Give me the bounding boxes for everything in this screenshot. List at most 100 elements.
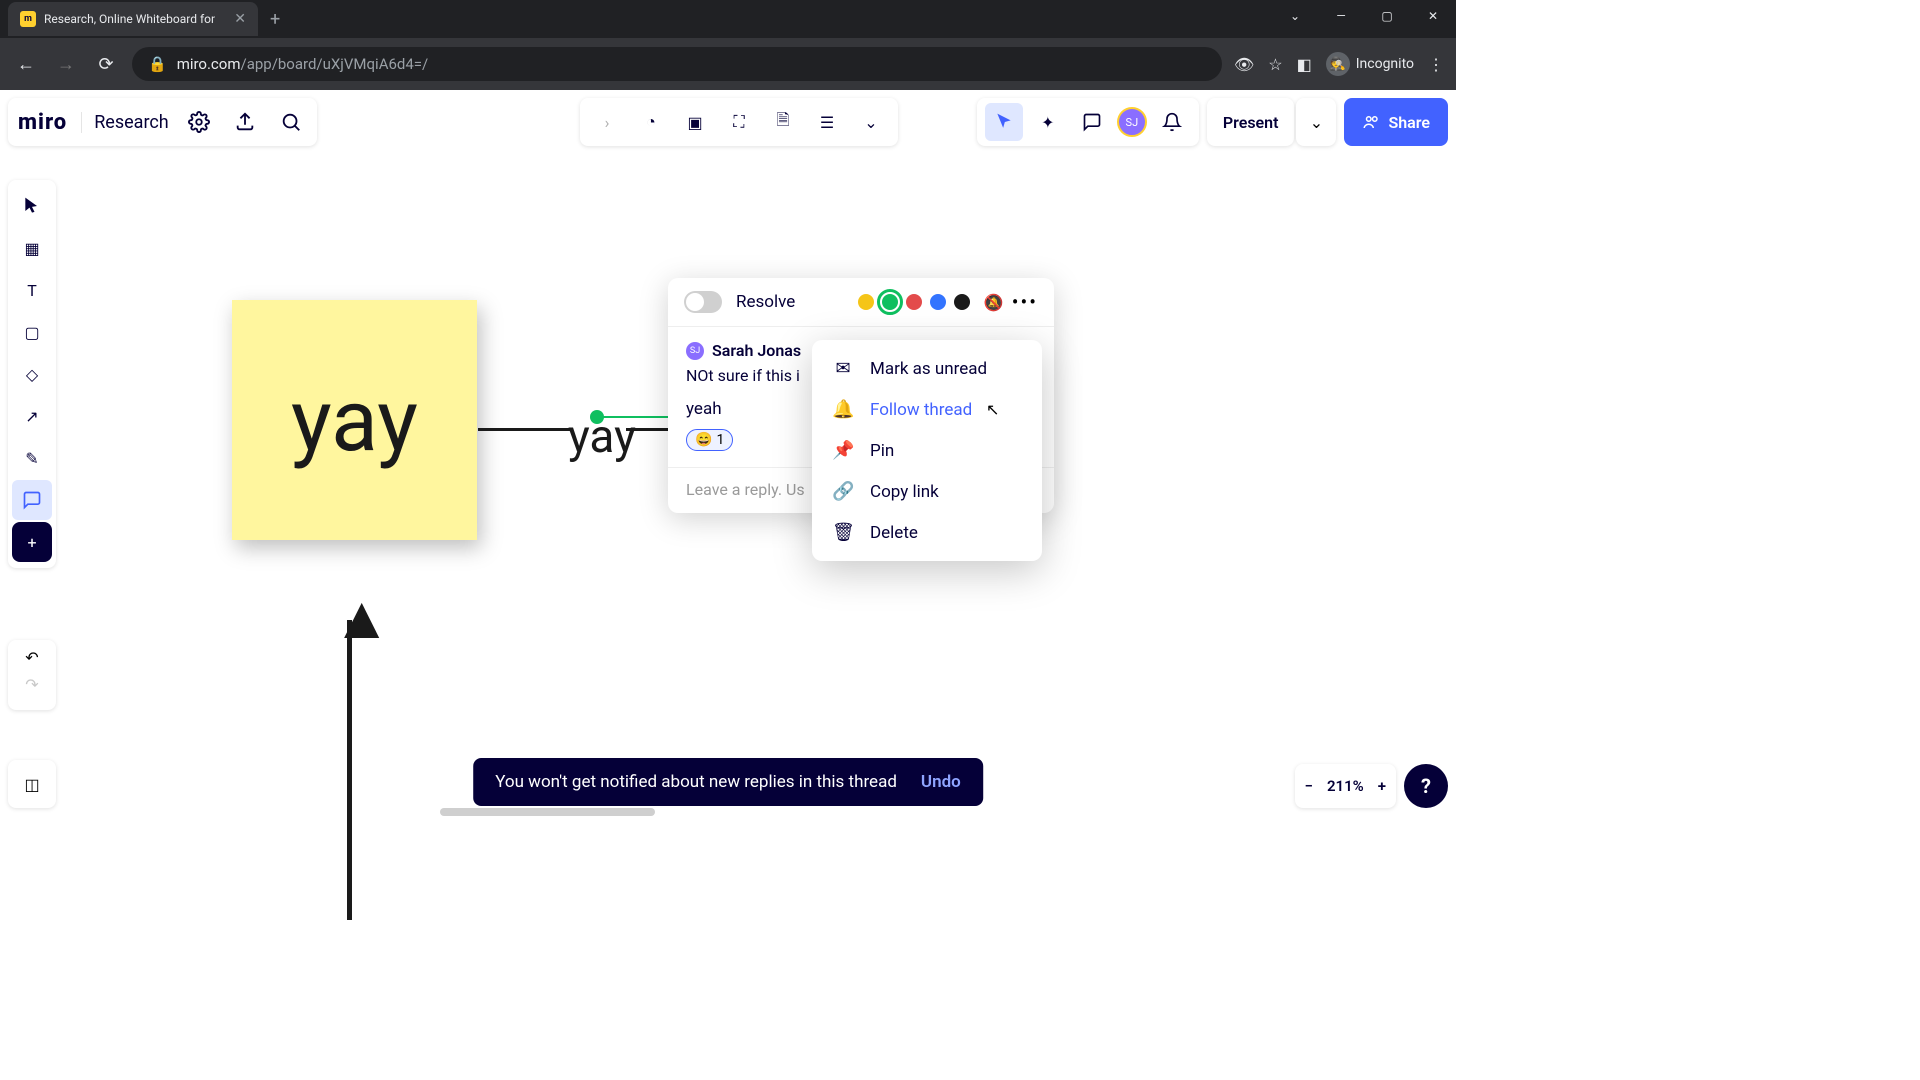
comment-popover-header: Resolve 🔕 ••• bbox=[668, 278, 1054, 327]
share-button[interactable]: Share bbox=[1344, 98, 1448, 146]
cursor-icon[interactable] bbox=[985, 103, 1023, 141]
present-button[interactable]: Present bbox=[1207, 98, 1295, 146]
browser-chrome: m Research, Online Whiteboard for ✕ + ⌄ … bbox=[0, 0, 1456, 90]
color-blue[interactable] bbox=[930, 294, 946, 310]
eye-off-icon[interactable]: 👁 bbox=[1234, 55, 1254, 74]
chevron-right-icon[interactable]: › bbox=[588, 103, 626, 141]
note-icon[interactable]: 🗎 bbox=[764, 103, 802, 141]
horizontal-scrollbar[interactable] bbox=[440, 808, 655, 816]
gear-icon[interactable] bbox=[183, 106, 215, 138]
forward-icon[interactable]: → bbox=[52, 54, 80, 75]
sticky-tool[interactable]: ▢ bbox=[12, 312, 52, 352]
url-path: /app/board/uXjVMqiA6d4=/ bbox=[241, 55, 429, 73]
pen-tool[interactable]: ✎ bbox=[12, 438, 52, 478]
shape-tool[interactable]: ◇ bbox=[12, 354, 52, 394]
reactions-icon[interactable]: ✦ bbox=[1029, 103, 1067, 141]
toast-undo-button[interactable]: Undo bbox=[921, 772, 961, 792]
menu-label: Follow thread bbox=[870, 400, 972, 420]
board-name[interactable]: Research bbox=[81, 112, 169, 133]
menu-copy-link[interactable]: 🔗 Copy link bbox=[812, 471, 1042, 512]
close-window-icon[interactable]: ✕ bbox=[1410, 0, 1456, 32]
chevron-down-icon[interactable]: ⌄ bbox=[1272, 0, 1318, 32]
arrow-head-icon[interactable]: ▲ bbox=[332, 582, 391, 653]
new-tab-button[interactable]: + bbox=[258, 9, 292, 30]
add-tool[interactable]: + bbox=[12, 522, 52, 562]
miro-logo[interactable]: miro bbox=[18, 110, 67, 135]
comment-anchor-line bbox=[602, 416, 668, 418]
bell-icon: 🔔 bbox=[832, 399, 854, 420]
url-field[interactable]: 🔒 miro.com/app/board/uXjVMqiA6d4=/ bbox=[132, 47, 1222, 81]
color-yellow[interactable] bbox=[858, 294, 874, 310]
chevron-down-icon[interactable]: ⌄ bbox=[852, 103, 890, 141]
help-button[interactable]: ? bbox=[1404, 764, 1448, 808]
incognito-label: Incognito bbox=[1356, 56, 1414, 72]
color-red[interactable] bbox=[906, 294, 922, 310]
avatar[interactable]: SJ bbox=[1117, 107, 1147, 137]
frame-icon[interactable]: ▣ bbox=[676, 103, 714, 141]
arrow-shaft[interactable] bbox=[347, 620, 352, 920]
comment-avatar: SJ bbox=[686, 342, 704, 360]
close-tab-icon[interactable]: ✕ bbox=[234, 11, 246, 27]
export-icon[interactable] bbox=[229, 106, 261, 138]
zoom-level[interactable]: 211% bbox=[1327, 777, 1364, 795]
minimize-icon[interactable]: ― bbox=[1318, 0, 1364, 32]
collapse-toolbar-button[interactable]: ◫ bbox=[8, 760, 56, 808]
comment-tool[interactable] bbox=[12, 480, 52, 520]
star-icon[interactable]: ☆ bbox=[1268, 55, 1282, 74]
resolve-toggle[interactable] bbox=[684, 291, 722, 313]
connector-line[interactable] bbox=[626, 428, 672, 431]
resolve-label: Resolve bbox=[736, 292, 795, 312]
undo-redo-panel: ↶ ↷ bbox=[8, 640, 56, 710]
tab-bar: m Research, Online Whiteboard for ✕ + ⌄ … bbox=[0, 0, 1456, 38]
miro-favicon: m bbox=[20, 11, 36, 27]
zoom-out-button[interactable]: − bbox=[1305, 777, 1313, 795]
browser-tab[interactable]: m Research, Online Whiteboard for ✕ bbox=[8, 2, 258, 36]
kebab-icon[interactable]: ⋮ bbox=[1428, 55, 1444, 74]
menu-pin[interactable]: 📌 Pin bbox=[812, 430, 1042, 471]
menu-mark-unread[interactable]: ✉ Mark as unread bbox=[812, 348, 1042, 389]
color-green[interactable] bbox=[882, 294, 898, 310]
color-black[interactable] bbox=[954, 294, 970, 310]
more-icon[interactable]: ••• bbox=[1012, 290, 1038, 314]
select-tool[interactable] bbox=[12, 186, 52, 226]
bell-off-icon[interactable]: 🔕 bbox=[984, 293, 1004, 312]
reaction-chip[interactable]: 😄 1 bbox=[686, 429, 733, 451]
incognito-chip: 🕵 Incognito bbox=[1326, 52, 1414, 76]
back-icon[interactable]: ← bbox=[12, 54, 40, 75]
extension-icon[interactable]: ◧ bbox=[1297, 55, 1312, 74]
connector-tool[interactable]: ↗ bbox=[12, 396, 52, 436]
presentation-icon[interactable]: ⛶ bbox=[720, 103, 758, 141]
menu-follow-thread[interactable]: 🔔 Follow thread bbox=[812, 389, 1042, 430]
maximize-icon[interactable]: ▢ bbox=[1364, 0, 1410, 32]
reload-icon[interactable]: ⟳ bbox=[92, 54, 120, 75]
trash-icon: 🗑 bbox=[832, 522, 854, 543]
menu-label: Mark as unread bbox=[870, 359, 987, 379]
document-icon[interactable]: ☰ bbox=[808, 103, 846, 141]
connector-line[interactable] bbox=[478, 428, 570, 431]
redo-icon[interactable]: ↷ bbox=[25, 675, 38, 694]
header-center: › ◔ ▣ ⛶ 🗎 ☰ ⌄ bbox=[580, 98, 898, 146]
incognito-icon: 🕵 bbox=[1326, 52, 1350, 76]
template-tool[interactable]: ▦ bbox=[12, 228, 52, 268]
mark-unread-icon: ✉ bbox=[832, 358, 854, 379]
address-bar: ← → ⟳ 🔒 miro.com/app/board/uXjVMqiA6d4=/… bbox=[0, 38, 1456, 90]
timer-icon[interactable]: ◔ bbox=[632, 103, 670, 141]
people-icon bbox=[1362, 113, 1380, 131]
comment-icon[interactable] bbox=[1073, 103, 1111, 141]
left-toolbar: ▦ T ▢ ◇ ↗ ✎ + bbox=[8, 180, 56, 568]
undo-icon[interactable]: ↶ bbox=[25, 648, 38, 667]
text-tool[interactable]: T bbox=[12, 270, 52, 310]
zoom-controls: − 211% + bbox=[1295, 764, 1396, 808]
zoom-in-button[interactable]: + bbox=[1378, 777, 1386, 795]
sticky-note[interactable]: yay bbox=[232, 300, 477, 540]
comment-author: Sarah Jonas bbox=[712, 341, 801, 360]
menu-delete[interactable]: 🗑 Delete bbox=[812, 512, 1042, 553]
share-label: Share bbox=[1388, 113, 1430, 132]
toast: You won't get notified about new replies… bbox=[473, 758, 983, 806]
present-dropdown[interactable]: ⌄ bbox=[1296, 98, 1336, 146]
url-domain: miro.com bbox=[177, 55, 241, 73]
sticky-text: yay bbox=[291, 370, 418, 471]
reaction-emoji: 😄 bbox=[695, 432, 712, 448]
bell-icon[interactable] bbox=[1153, 103, 1191, 141]
search-icon[interactable] bbox=[275, 106, 307, 138]
